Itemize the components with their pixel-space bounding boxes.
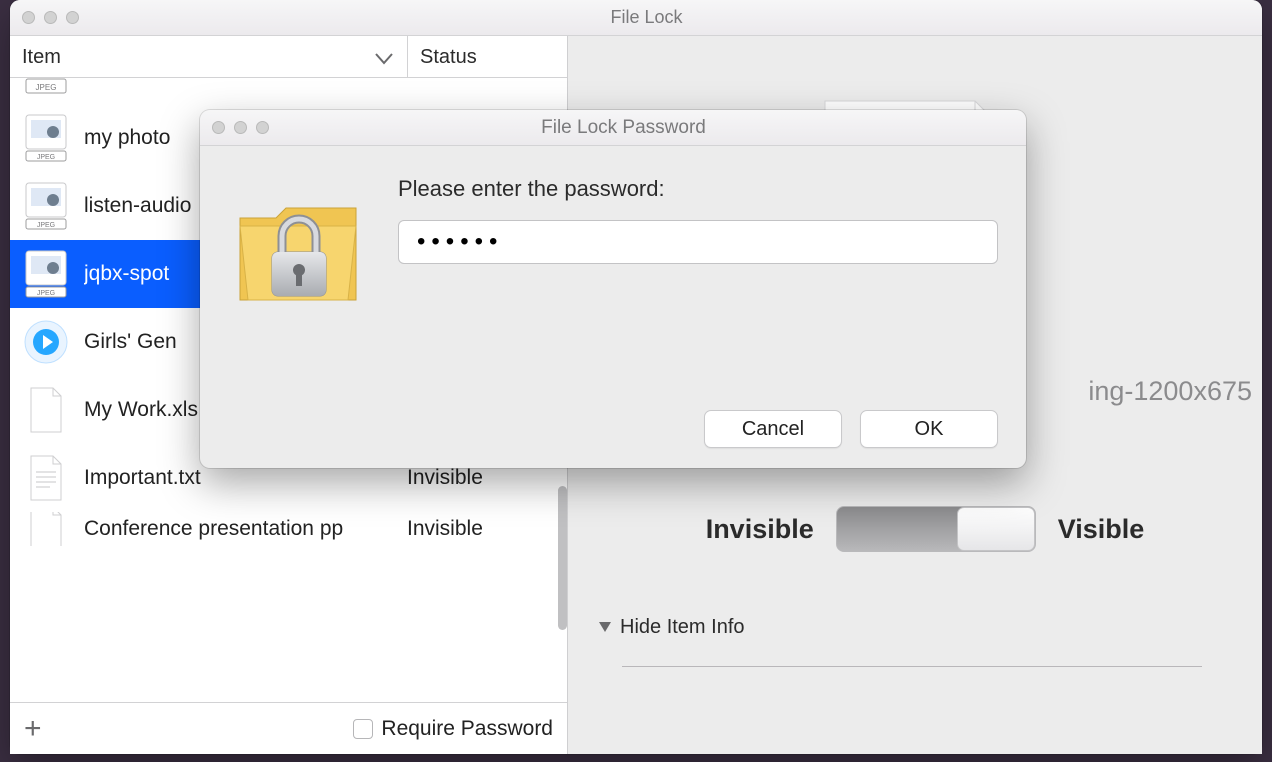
list-item-status: Invisible: [407, 517, 557, 541]
list-item[interactable]: JPEG: [10, 78, 567, 104]
list-footer: + Require Password: [10, 702, 567, 754]
main-window-title: File Lock: [79, 7, 1214, 28]
zoom-dialog-button[interactable]: [256, 121, 269, 134]
list-item-name: Conference presentation pp: [84, 517, 407, 541]
jpeg-file-icon: JPEG: [20, 248, 72, 300]
close-window-button[interactable]: [22, 11, 35, 24]
svg-text:JPEG: JPEG: [36, 83, 57, 92]
hide-item-info-disclosure[interactable]: Hide Item Info: [598, 616, 745, 639]
column-header-item[interactable]: Item: [10, 36, 408, 77]
column-header-status[interactable]: Status: [408, 36, 567, 77]
jpeg-file-icon: JPEG: [20, 78, 72, 98]
disclosure-triangle-icon: [598, 616, 612, 639]
dialog-titlebar[interactable]: File Lock Password: [200, 110, 1026, 146]
require-password-checkbox[interactable]: [353, 719, 373, 739]
jpeg-file-icon: JPEG: [20, 180, 72, 232]
close-dialog-button[interactable]: [212, 121, 225, 134]
audio-file-icon: [20, 316, 72, 368]
svg-text:JPEG: JPEG: [37, 222, 55, 229]
column-header-status-label: Status: [420, 46, 477, 68]
list-item[interactable]: Conference presentation pp Invisible: [10, 512, 567, 546]
password-prompt-label: Please enter the password:: [398, 176, 998, 202]
jpeg-file-icon: JPEG: [20, 112, 72, 164]
toggle-label-visible: Visible: [1058, 514, 1145, 545]
visibility-toggle-row: Invisible Visible: [628, 506, 1222, 552]
add-item-button[interactable]: +: [24, 714, 42, 744]
list-item-status: Invisible: [407, 466, 557, 490]
dialog-title: File Lock Password: [269, 117, 978, 139]
scrollbar-thumb[interactable]: [558, 486, 567, 630]
dialog-window-controls: [212, 121, 269, 134]
svg-text:JPEG: JPEG: [37, 154, 55, 161]
list-header: Item Status: [10, 36, 567, 78]
disclosure-label: Hide Item Info: [620, 616, 745, 639]
list-item-name: Important.txt: [84, 466, 407, 490]
password-input[interactable]: [398, 220, 998, 264]
column-header-item-label: Item: [22, 46, 61, 68]
document-file-icon: [20, 512, 72, 546]
cancel-button[interactable]: Cancel: [704, 410, 842, 448]
toggle-knob[interactable]: [957, 507, 1035, 551]
ok-button[interactable]: OK: [860, 410, 998, 448]
svg-text:JPEG: JPEG: [37, 290, 55, 297]
sort-chevron-icon[interactable]: [375, 48, 393, 71]
require-password-label: Require Password: [381, 717, 553, 741]
text-file-icon: [20, 452, 72, 504]
info-divider: [622, 666, 1202, 667]
window-controls: [22, 11, 79, 24]
toggle-label-invisible: Invisible: [706, 514, 814, 545]
visibility-toggle[interactable]: [836, 506, 1036, 552]
minimize-window-button[interactable]: [44, 11, 57, 24]
password-dialog: File Lock Password Please enter the pass…: [200, 110, 1026, 468]
zoom-window-button[interactable]: [66, 11, 79, 24]
minimize-dialog-button[interactable]: [234, 121, 247, 134]
locked-folder-icon: [228, 182, 368, 322]
main-titlebar[interactable]: File Lock: [10, 0, 1262, 36]
document-file-icon: [20, 384, 72, 436]
